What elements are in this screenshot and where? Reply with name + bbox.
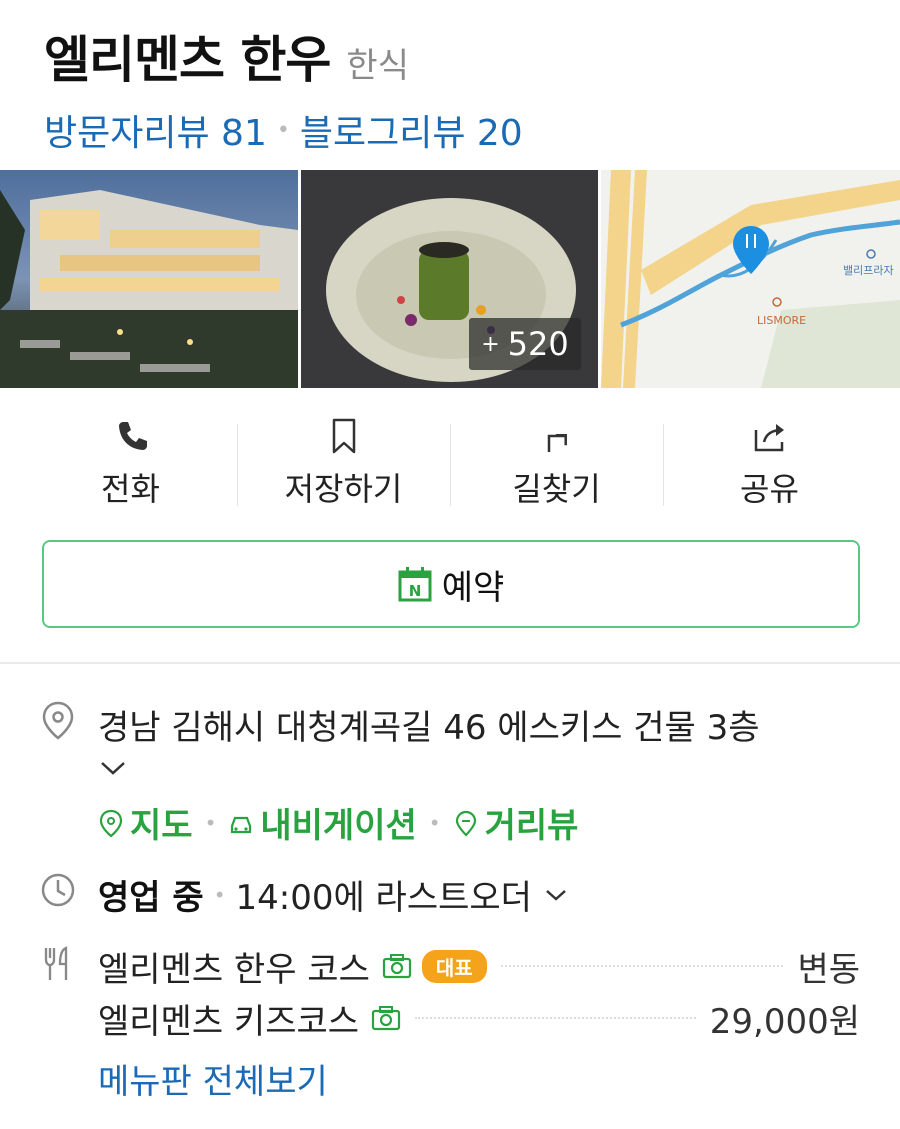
review-row: 방문자리뷰 81 • 블로그리뷰 20 xyxy=(44,104,884,156)
building-illustration xyxy=(0,170,298,388)
blog-reviews-link[interactable]: 블로그리뷰 20 xyxy=(300,104,523,156)
bookmark-icon xyxy=(332,418,355,454)
map-label-lismore: LISMORE xyxy=(757,314,806,327)
street-view-icon xyxy=(455,810,476,837)
fork-knife-icon xyxy=(44,946,68,980)
phone-icon xyxy=(118,422,147,450)
naver-booking-icon: N xyxy=(398,567,432,602)
save-button[interactable]: 저장하기 xyxy=(237,412,450,512)
chevron-down-icon xyxy=(546,889,566,901)
menu-item-name: 엘리멘츠 한우 코스 xyxy=(98,949,370,990)
action-bar: 전화 저장하기 길찾기 공유 xyxy=(24,412,876,512)
camera-icon[interactable] xyxy=(382,953,412,979)
share-label: 공유 xyxy=(740,470,799,508)
street-view-link[interactable]: 거리뷰 xyxy=(453,798,579,847)
section-divider xyxy=(0,662,900,664)
signature-badge: 대표 xyxy=(421,949,487,983)
save-label: 저장하기 xyxy=(284,470,403,508)
svg-text:N: N xyxy=(408,582,421,600)
photo-building[interactable] xyxy=(0,170,298,388)
separator-dot: • xyxy=(213,882,226,907)
street-view-link-label: 거리뷰 xyxy=(484,806,579,846)
map-link[interactable]: 지도 xyxy=(98,798,193,847)
call-button[interactable]: 전화 xyxy=(24,412,237,512)
separator-dot: • xyxy=(276,117,290,143)
chevron-down-icon[interactable] xyxy=(98,758,128,778)
address-text: 경남 김해시 대청계곡길 46 에스키스 건물 3층 xyxy=(98,708,760,748)
hours-detail: 14:00에 라스트오더 xyxy=(235,878,532,918)
map-thumbnail: 밸리프라자 LISMORE xyxy=(601,170,900,388)
separator-dot: • xyxy=(204,810,217,835)
map-pin-icon xyxy=(99,809,123,837)
more-photos-count: 520 xyxy=(507,325,569,363)
separator-dot: • xyxy=(428,810,441,835)
directions-icon xyxy=(547,434,567,452)
call-label: 전화 xyxy=(101,470,160,508)
place-category: 한식 xyxy=(346,46,409,86)
directions-button[interactable]: 길찾기 xyxy=(450,412,663,512)
car-icon xyxy=(231,816,252,833)
menu-item: 엘리멘츠 키즈코스 29,000원 xyxy=(98,996,860,1042)
place-title: 엘리멘츠 한우 xyxy=(44,31,331,89)
menu-item-name: 엘리멘츠 키즈코스 xyxy=(98,1001,360,1042)
photo-food[interactable]: + 520 xyxy=(301,170,598,388)
menu-item-price: 변동 xyxy=(797,949,860,990)
more-photos-badge[interactable]: + 520 xyxy=(469,318,581,370)
visitor-reviews-link[interactable]: 방문자리뷰 81 xyxy=(44,104,267,156)
location-links: 지도 • 내비게이션 • 거리뷰 xyxy=(98,798,578,847)
share-button[interactable]: 공유 xyxy=(663,412,876,512)
camera-icon[interactable] xyxy=(371,1005,401,1031)
photo-map[interactable]: 밸리프라자 LISMORE xyxy=(601,170,900,388)
navigation-link[interactable]: 내비게이션 xyxy=(228,798,417,847)
menu-item-price: 29,000원 xyxy=(709,1001,860,1042)
location-pin-icon xyxy=(42,701,74,740)
directions-label: 길찾기 xyxy=(512,470,601,508)
navigation-link-label: 내비게이션 xyxy=(260,806,417,846)
place-header: 엘리멘츠 한우 한식 방문자리뷰 81 • 블로그리뷰 20 xyxy=(44,20,884,156)
more-photos-plus: + xyxy=(481,331,500,357)
map-link-label: 지도 xyxy=(130,806,193,846)
reserve-label: 예약 xyxy=(441,567,505,608)
clock-icon xyxy=(41,873,75,907)
share-icon xyxy=(754,424,784,452)
title-row: 엘리멘츠 한우 한식 xyxy=(44,20,884,92)
reserve-button[interactable]: N 예약 xyxy=(42,540,860,628)
hours-toggle[interactable]: 영업 중 • 14:00에 라스트오더 xyxy=(98,870,568,919)
menu-item: 엘리멘츠 한우 코스 대표 변동 xyxy=(98,944,860,990)
price-leader xyxy=(500,965,784,967)
view-full-menu-link[interactable]: 메뉴판 전체보기 xyxy=(98,1054,328,1103)
map-label-valley: 밸리프라자 xyxy=(843,264,894,277)
photo-strip: + 520 밸리프라자 LISMORE xyxy=(0,170,900,388)
price-leader xyxy=(415,1017,696,1019)
hours-status: 영업 중 xyxy=(98,878,204,918)
